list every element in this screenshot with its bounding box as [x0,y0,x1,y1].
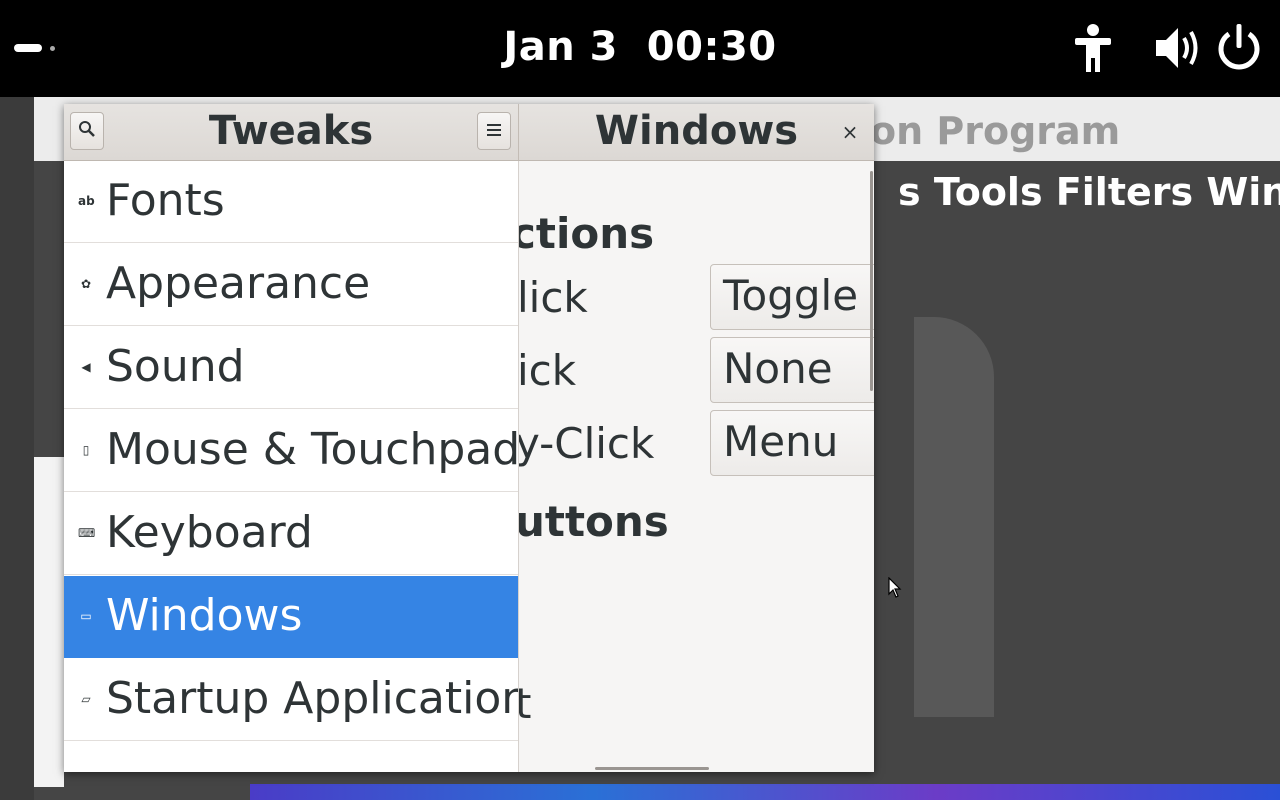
header-bar: Tweaks Windows × [64,104,874,161]
gimp-menubar[interactable]: s Tools Filters Wind [898,170,1280,214]
double-click-dropdown[interactable]: Toggle M [710,264,874,330]
desktop-wallpaper-edge [250,784,1280,800]
sidebar-item-label: Appearance [106,258,371,309]
power-icon[interactable] [1214,22,1264,74]
section-titlebar-actions: ctions [519,209,655,258]
mouse-icon: ▯ [82,443,90,457]
sidebar-item-appearance[interactable]: ✿ Appearance [64,244,518,326]
vertical-scrollbar[interactable] [870,171,873,391]
middle-click-dropdown[interactable]: None [710,337,874,403]
mouse-pointer-icon [888,576,902,603]
accessibility-icon[interactable] [1072,22,1114,74]
gimp-dock-panel [34,457,64,787]
fonts-icon: ab [78,194,95,208]
sidebar-item-label: Fonts [106,175,225,226]
sidebar-item-keyboard[interactable]: ⌨ Keyboard [64,493,518,575]
tweaks-window: Tweaks Windows × ab Fonts ✿ Appearance ◀… [64,104,874,772]
page-title: Windows [594,108,799,154]
gimp-title: on Program [870,109,1121,153]
windows-settings-panel: ctions lick Toggle M ick None y-Click Me… [519,161,874,772]
close-button[interactable]: × [836,118,864,146]
sidebar-title: Tweaks [208,108,374,154]
sidebar-item-label: Keyboard [106,507,313,558]
close-icon: × [841,120,859,144]
sidebar-item-fonts[interactable]: ab Fonts [64,161,518,243]
sound-icon: ◀ [81,360,91,374]
top-bar: Jan 3 00:30 [0,0,1280,97]
keyboard-icon: ⌨ [78,526,96,540]
double-click-label: lick [519,273,588,322]
windows-icon: ▭ [80,609,92,623]
menu-button[interactable] [477,112,511,150]
secondary-click-dropdown[interactable]: Menu [710,410,874,476]
sidebar-item-startup-applications[interactable]: ▱ Startup Applications [64,659,518,741]
sidebar-item-mouse-touchpad[interactable]: ▯ Mouse & Touchpad [64,410,518,492]
sidebar-item-label: Sound [106,341,245,392]
sidebar-item-label: Windows [106,590,303,641]
sidebar-item-label: Startup Applications [106,673,519,724]
volume-icon[interactable] [1152,22,1204,74]
secondary-click-label: y-Click [519,419,655,468]
middle-click-label: ick [519,346,577,395]
section-titlebar-buttons: uttons [519,497,669,546]
partial-label: t [519,679,532,728]
sidebar-item-sound[interactable]: ◀ Sound [64,327,518,409]
appearance-icon: ✿ [80,277,92,291]
sidebar-item-windows[interactable]: ▭ Windows [64,576,518,658]
startup-folder-icon: ▱ [81,692,91,706]
sidebar: ab Fonts ✿ Appearance ◀ Sound ▯ Mouse & … [64,161,519,772]
sidebar-item-label: Mouse & Touchpad [106,424,519,475]
hamburger-icon [486,122,502,141]
horizontal-scrollbar[interactable] [595,767,709,770]
gimp-canvas-shape [914,317,994,717]
